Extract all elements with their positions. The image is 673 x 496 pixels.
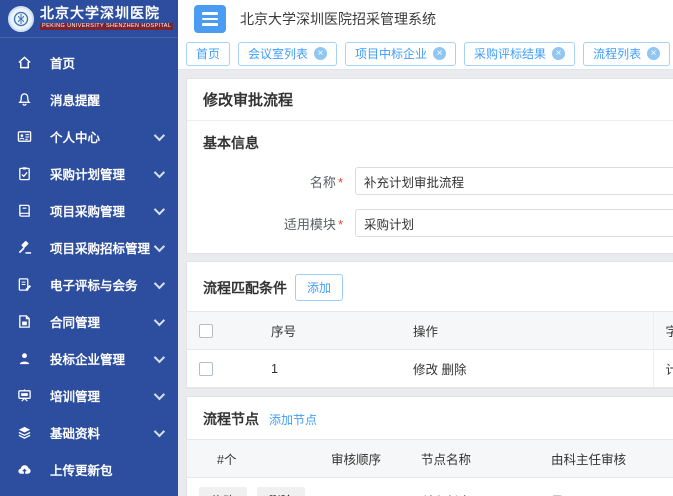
sidebar: 北京大学深圳医院 PEKING UNIVERSITY SHENZHEN HOSP… — [0, 0, 178, 496]
chevron-down-icon — [154, 351, 165, 362]
hospital-name: 北京大学深圳医院 — [40, 7, 173, 21]
select-all-checkbox[interactable] — [199, 324, 213, 338]
cell-order: 1 — [319, 478, 409, 496]
top-header: 北京大学深圳医院招采管理系统 — [178, 0, 673, 38]
table-row: 修改 删除 1 科主任意见 是 — [187, 478, 673, 496]
sidebar-toggle-button[interactable] — [194, 5, 226, 33]
bell-icon — [16, 92, 32, 108]
module-field-row: 适用模块* — [203, 209, 673, 237]
column-header-node-name: 节点名称 — [409, 440, 539, 478]
sidebar-item-upload-update-package[interactable]: 上传更新包 — [0, 451, 178, 488]
main-area: 北京大学深圳医院招采管理系统 首页 会议室列表 × 项目中标企业 × 采购评标结… — [178, 0, 673, 496]
app-title: 北京大学深圳医院招采管理系统 — [240, 9, 436, 29]
presentation-icon — [16, 388, 32, 404]
content-pane: 修改审批流程 基本信息 名称* 适用模块* 流程匹配条件 — [178, 70, 673, 496]
add-node-link[interactable]: 添加节点 — [269, 411, 317, 428]
app-window: 北京大学深圳医院 PEKING UNIVERSITY SHENZHEN HOSP… — [0, 0, 673, 496]
close-icon[interactable]: × — [647, 47, 660, 60]
layers-icon — [16, 425, 32, 441]
basic-info-card: 修改审批流程 基本信息 名称* 适用模块* — [186, 78, 673, 254]
cloud-upload-icon — [16, 462, 32, 478]
sidebar-item-personal-center[interactable]: 个人中心 — [0, 118, 178, 155]
clipboard-check-icon — [16, 166, 32, 182]
close-icon[interactable]: × — [314, 47, 327, 60]
column-header-dept-head-review: 由科主任审核 — [539, 440, 673, 478]
basic-info-section-title: 基本信息 — [203, 133, 673, 153]
tab-bid-evaluation-result[interactable]: 采购评标结果 × — [464, 42, 575, 66]
column-header-seq: 序号 — [259, 312, 401, 350]
chevron-down-icon — [154, 129, 165, 140]
cell-dept-head: 是 — [539, 478, 673, 496]
sidebar-item-home[interactable]: 首页 — [0, 44, 178, 81]
home-icon — [16, 55, 32, 71]
name-input[interactable] — [355, 167, 673, 195]
user-icon — [16, 351, 32, 367]
book-icon — [16, 203, 32, 219]
match-conditions-card: 流程匹配条件 添加 序号 操作 字段 — [186, 261, 673, 389]
chevron-down-icon — [154, 425, 165, 436]
sidebar-item-contract-mgmt[interactable]: 合同管理 — [0, 303, 178, 340]
add-condition-button[interactable]: 添加 — [295, 274, 343, 301]
close-icon[interactable]: × — [552, 47, 565, 60]
cell-operations[interactable]: 修改 删除 — [401, 350, 653, 388]
cell-node-name: 科主任意见 — [409, 478, 539, 496]
flow-nodes-section-title: 流程节点 — [203, 409, 259, 429]
module-input[interactable] — [355, 209, 673, 237]
column-header-index[interactable]: #个 — [187, 440, 319, 478]
required-asterisk: * — [338, 217, 343, 232]
name-field-row: 名称* — [203, 167, 673, 195]
sidebar-item-basic-data[interactable]: 基础资料 — [0, 414, 178, 451]
column-header-operation: 操作 — [401, 312, 653, 350]
contract-icon — [16, 314, 32, 330]
table-row: 1 修改 删除 计划类型 — [187, 350, 673, 388]
chevron-down-icon — [154, 240, 165, 251]
edit-button[interactable]: 修改 — [199, 487, 247, 496]
module-field-label: 适用模块 — [284, 217, 336, 232]
id-card-icon — [16, 129, 32, 145]
match-conditions-section-title: 流程匹配条件 — [203, 278, 287, 298]
sidebar-item-messages[interactable]: 消息提醒 — [0, 81, 178, 118]
chevron-down-icon — [154, 314, 165, 325]
chevron-down-icon — [154, 166, 165, 177]
gavel-icon — [16, 240, 32, 256]
sidebar-nav: 首页 消息提醒 个人中心 采购计划管理 项目采购管理 — [0, 38, 178, 488]
cell-field: 计划类型 — [653, 350, 673, 388]
delete-button[interactable]: 删除 — [257, 487, 305, 496]
page-title: 修改审批流程 — [203, 92, 293, 109]
column-header-order: 审核顺序 — [319, 440, 409, 478]
flow-nodes-card: 流程节点 添加节点 #个 审核顺序 节点名称 由科主任审核 — [186, 396, 673, 496]
close-icon[interactable]: × — [433, 47, 446, 60]
chevron-down-icon — [154, 277, 165, 288]
sidebar-item-training-mgmt[interactable]: 培训管理 — [0, 377, 178, 414]
sidebar-item-bidding-mgmt[interactable]: 项目采购招标管理 — [0, 229, 178, 266]
tab-project-winning-enterprise[interactable]: 项目中标企业 × — [345, 42, 456, 66]
hospital-emblem-icon — [8, 6, 34, 32]
chevron-down-icon — [154, 203, 165, 214]
row-checkbox[interactable] — [199, 362, 213, 376]
tab-process-list[interactable]: 流程列表 × — [583, 42, 670, 66]
file-edit-icon — [16, 277, 32, 293]
chevron-down-icon — [154, 388, 165, 399]
tab-home[interactable]: 首页 — [186, 42, 230, 66]
hospital-name-en: PEKING UNIVERSITY SHENZHEN HOSPITAL — [40, 23, 173, 31]
required-asterisk: * — [338, 175, 343, 190]
hospital-logo: 北京大学深圳医院 PEKING UNIVERSITY SHENZHEN HOSP… — [0, 0, 178, 38]
tab-bar: 首页 会议室列表 × 项目中标企业 × 采购评标结果 × 流程列表 × 流程 × — [178, 38, 673, 70]
match-conditions-table: 序号 操作 字段 1 修改 删除 计划类型 — [187, 311, 673, 388]
sidebar-item-e-evaluation[interactable]: 电子评标与会务 — [0, 266, 178, 303]
cell-seq: 1 — [259, 350, 401, 388]
sidebar-item-purchase-plan-mgmt[interactable]: 采购计划管理 — [0, 155, 178, 192]
column-header-field: 字段 — [653, 312, 673, 350]
flow-nodes-table: #个 审核顺序 节点名称 由科主任审核 修改 删除 1 — [187, 439, 673, 496]
sidebar-item-project-purchase-mgmt[interactable]: 项目采购管理 — [0, 192, 178, 229]
sidebar-item-bidder-enterprise-mgmt[interactable]: 投标企业管理 — [0, 340, 178, 377]
name-field-label: 名称 — [310, 175, 336, 190]
tab-meeting-room-list[interactable]: 会议室列表 × — [238, 42, 337, 66]
